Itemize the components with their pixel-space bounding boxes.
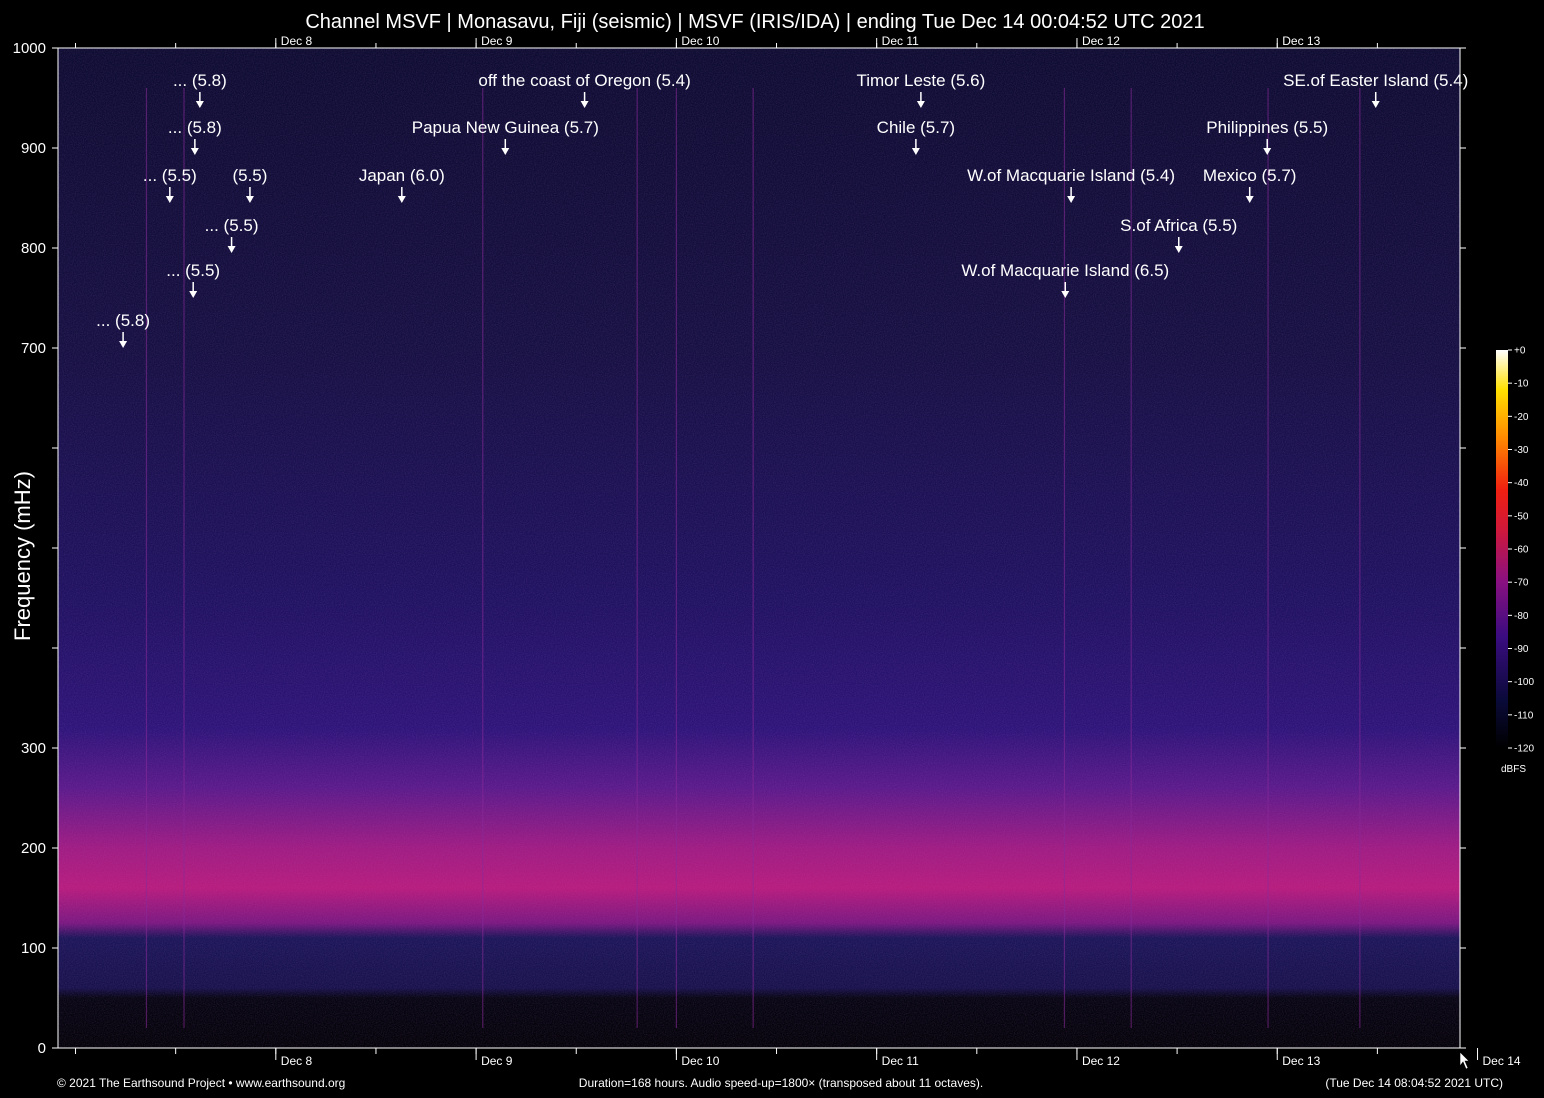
footer-duration: Duration=168 hours. Audio speed-up=1800×… [579, 1076, 983, 1090]
spectrogram-chart: Channel MSVF | Monasavu, Fiji (seismic) … [10, 11, 1534, 1090]
colorbar-tick-label: -110 [1514, 710, 1534, 721]
annotation-label: ... (5.5) [143, 166, 197, 185]
colorbar-tick-label: -60 [1514, 545, 1529, 556]
x-date-label-bottom: Dec 12 [1082, 1054, 1120, 1068]
x-date-label-bottom: Dec 13 [1282, 1054, 1320, 1068]
annotation-label: ... (5.8) [168, 118, 222, 137]
colorbar-tick-label: -20 [1514, 412, 1529, 423]
footer-credit: © 2021 The Earthsound Project • www.eart… [57, 1076, 345, 1090]
y-tick-label: 100 [21, 940, 46, 957]
annotation-label: (5.5) [232, 166, 267, 185]
colorbar-gradient [1496, 350, 1508, 748]
x-date-label-top: Dec 8 [281, 34, 313, 48]
x-date-label-bottom: Dec 14 [1483, 1054, 1521, 1068]
colorbar-tick-label: -80 [1514, 611, 1529, 622]
y-tick-label: 700 [21, 340, 46, 357]
chart-title: Channel MSVF | Monasavu, Fiji (seismic) … [305, 11, 1204, 33]
colorbar-tick-label: -30 [1514, 445, 1529, 456]
annotation-label: Mexico (5.7) [1203, 166, 1297, 185]
annotation-label: S.of Africa (5.5) [1120, 216, 1237, 235]
y-tick-label: 900 [21, 140, 46, 157]
colorbar: +0 -10 -20 -30 -40 -50 -60 -70 -80 -90 -100 -110 -12… [1496, 346, 1534, 775]
y-axis-label: Frequency (mHz) [10, 471, 35, 641]
annotation-label: Papua New Guinea (5.7) [412, 118, 599, 137]
annotation-label: ... (5.5) [205, 216, 259, 235]
annotation-label: ... (5.8) [173, 71, 227, 90]
colorbar-unit-label: dBFS [1501, 764, 1526, 775]
annotation-label: W.of Macquarie Island (6.5) [961, 261, 1169, 280]
x-date-label-top: Dec 9 [481, 34, 513, 48]
x-date-label-bottom: Dec 9 [481, 1054, 513, 1068]
colorbar-tick-label: -70 [1514, 578, 1529, 589]
x-date-label-top: Dec 12 [1082, 34, 1120, 48]
colorbar-ticks: +0 -10 -20 -30 -40 -50 -60 -70 -80 -90 -100 -110 -12… [1508, 346, 1534, 755]
x-date-label-bottom: Dec 10 [681, 1054, 719, 1068]
annotation-label: ... (5.8) [96, 311, 150, 330]
colorbar-tick-label: -120 [1514, 744, 1534, 755]
x-date-label-top: Dec 10 [681, 34, 719, 48]
annotation-label: Japan (6.0) [359, 166, 445, 185]
x-axis-top: Dec 8 Dec 9 Dec 10 Dec 11 Dec 12 Dec 13 [75, 34, 1378, 48]
annotation-label: SE.of Easter Island (5.4) [1283, 71, 1468, 90]
annotation-label: off the coast of Oregon (5.4) [478, 71, 690, 90]
colorbar-tick-label: -40 [1514, 478, 1529, 489]
x-date-label-top: Dec 13 [1282, 34, 1320, 48]
y-tick-label: 1000 [13, 40, 46, 57]
colorbar-tick-label: -90 [1514, 644, 1529, 655]
x-date-label-bottom: Dec 11 [882, 1054, 919, 1068]
annotation-label: Timor Leste (5.6) [856, 71, 985, 90]
x-axis-bottom: Dec 8 Dec 9 Dec 10 Dec 11 Dec 12 Dec 13 Dec 14 [75, 1048, 1521, 1068]
y-tick-label: 300 [21, 740, 46, 757]
cursor-icon [1459, 1051, 1470, 1070]
colorbar-tick-label: +0 [1514, 346, 1526, 357]
annotation-label: W.of Macquarie Island (5.4) [967, 166, 1175, 185]
colorbar-tick-label: -100 [1514, 677, 1534, 688]
annotation-label: ... (5.5) [166, 261, 220, 280]
colorbar-tick-label: -50 [1514, 511, 1529, 522]
y-tick-label: 0 [38, 1040, 46, 1057]
annotation-label: Chile (5.7) [877, 118, 955, 137]
x-date-label-top: Dec 11 [882, 34, 919, 48]
annotation-label: Philippines (5.5) [1206, 118, 1328, 137]
y-tick-label: 200 [21, 840, 46, 857]
colorbar-tick-label: -10 [1514, 379, 1529, 390]
x-date-label-bottom: Dec 8 [281, 1054, 313, 1068]
y-tick-label: 800 [21, 240, 46, 257]
footer-timestamp: (Tue Dec 14 08:04:52 2021 UTC) [1325, 1076, 1503, 1090]
